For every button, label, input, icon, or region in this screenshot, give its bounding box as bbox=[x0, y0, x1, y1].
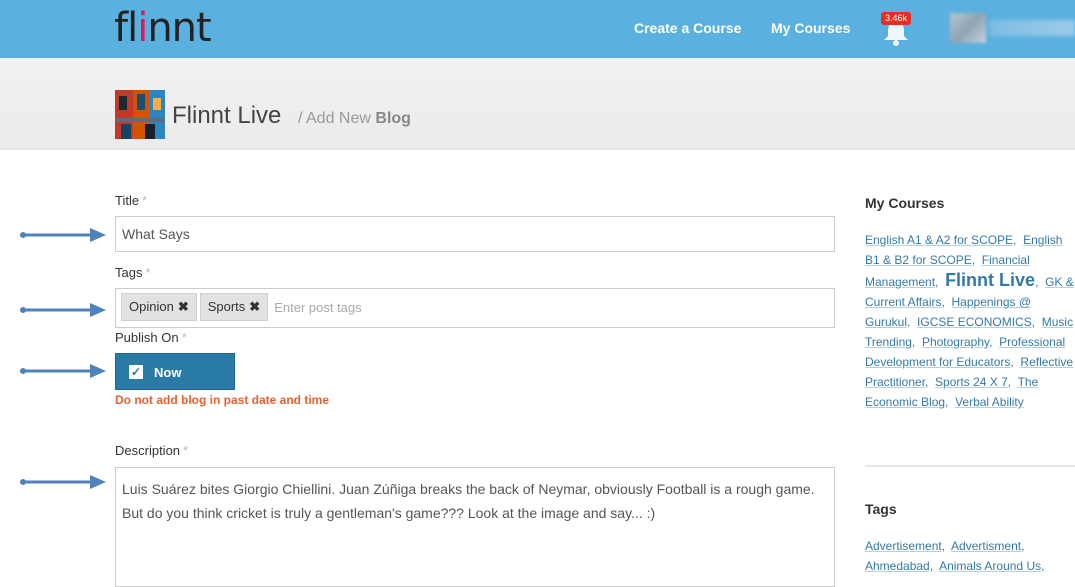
arrow-icon bbox=[20, 364, 106, 378]
publish-now-label: Now bbox=[154, 365, 182, 380]
arrow-icon bbox=[20, 475, 106, 489]
tags-label: Tags * bbox=[115, 265, 151, 280]
title-label: Title * bbox=[115, 193, 147, 208]
tag-link[interactable]: Animals Around Us bbox=[939, 559, 1041, 573]
required-mark: * bbox=[183, 443, 189, 458]
course-list: English A1 & A2 for SCOPE, English B1 & … bbox=[865, 233, 1074, 409]
course-link-active[interactable]: Flinnt Live bbox=[945, 270, 1035, 290]
remove-tag-icon[interactable]: ✖ bbox=[249, 299, 260, 314]
title-input[interactable]: What Says bbox=[115, 216, 835, 252]
breadcrumb-prefix: / Add New bbox=[298, 110, 371, 127]
tags-placeholder[interactable]: Enter post tags bbox=[271, 293, 364, 322]
course-link[interactable]: Photography bbox=[922, 335, 989, 349]
tag-link[interactable]: Ahmedabad bbox=[865, 559, 930, 573]
required-mark: * bbox=[142, 193, 148, 208]
tags-input[interactable]: Opinion ✖ Sports ✖ Enter post tags bbox=[115, 288, 835, 328]
required-mark: * bbox=[145, 265, 151, 280]
course-link[interactable]: Verbal Ability bbox=[955, 395, 1024, 409]
course-link[interactable]: English A1 & A2 for SCOPE bbox=[865, 233, 1013, 247]
publish-label: Publish On * bbox=[115, 330, 187, 345]
description-label: Description * bbox=[115, 443, 188, 458]
breadcrumb-current: Blog bbox=[375, 110, 411, 127]
tag-chip: Sports ✖ bbox=[199, 293, 269, 321]
create-course-link[interactable]: Create a Course bbox=[634, 20, 741, 36]
breadcrumb: / Add New Blog bbox=[298, 110, 411, 128]
user-name-blurred[interactable] bbox=[990, 20, 1075, 36]
required-mark: * bbox=[181, 330, 187, 345]
tag-list: Advertisement, Advertisment, Ahmedabad, … bbox=[865, 539, 1045, 573]
notification-badge: 3.46k bbox=[881, 12, 912, 25]
description-textarea[interactable]: Luis Suárez bites Giorgio Chiellini. Jua… bbox=[115, 467, 835, 587]
publish-now-button[interactable]: ✓ Now bbox=[115, 353, 235, 390]
course-thumbnail bbox=[115, 90, 165, 139]
course-link[interactable]: IGCSE ECONOMICS bbox=[917, 315, 1032, 329]
tag-chip: Opinion ✖ bbox=[121, 293, 197, 321]
tags-label-text: Tags bbox=[115, 265, 143, 280]
sidebar-divider bbox=[865, 465, 1075, 467]
tag-link[interactable]: Advertisment bbox=[951, 539, 1021, 553]
my-courses-link[interactable]: My Courses bbox=[771, 20, 850, 36]
remove-tag-icon[interactable]: ✖ bbox=[178, 299, 189, 314]
course-link[interactable]: Sports 24 X 7 bbox=[935, 375, 1008, 389]
arrow-icon bbox=[20, 303, 106, 317]
user-avatar[interactable] bbox=[950, 13, 986, 43]
title-label-text: Title bbox=[115, 193, 140, 208]
flinnt-logo[interactable]: flinnt bbox=[114, 4, 212, 52]
publish-label-text: Publish On bbox=[115, 330, 179, 345]
tag-link[interactable]: Advertisement bbox=[865, 539, 942, 553]
tag-chip-label: Opinion bbox=[129, 299, 174, 314]
tag-chip-label: Sports bbox=[207, 299, 246, 314]
description-label-text: Description bbox=[115, 443, 181, 458]
tags-heading: Tags bbox=[865, 501, 897, 517]
page-title: Flinnt Live bbox=[172, 102, 282, 129]
arrow-icon bbox=[20, 228, 106, 242]
checkbox-checked-icon[interactable]: ✓ bbox=[129, 365, 143, 379]
publish-warning: Do not add blog in past date and time bbox=[115, 393, 330, 407]
my-courses-heading: My Courses bbox=[865, 195, 945, 211]
